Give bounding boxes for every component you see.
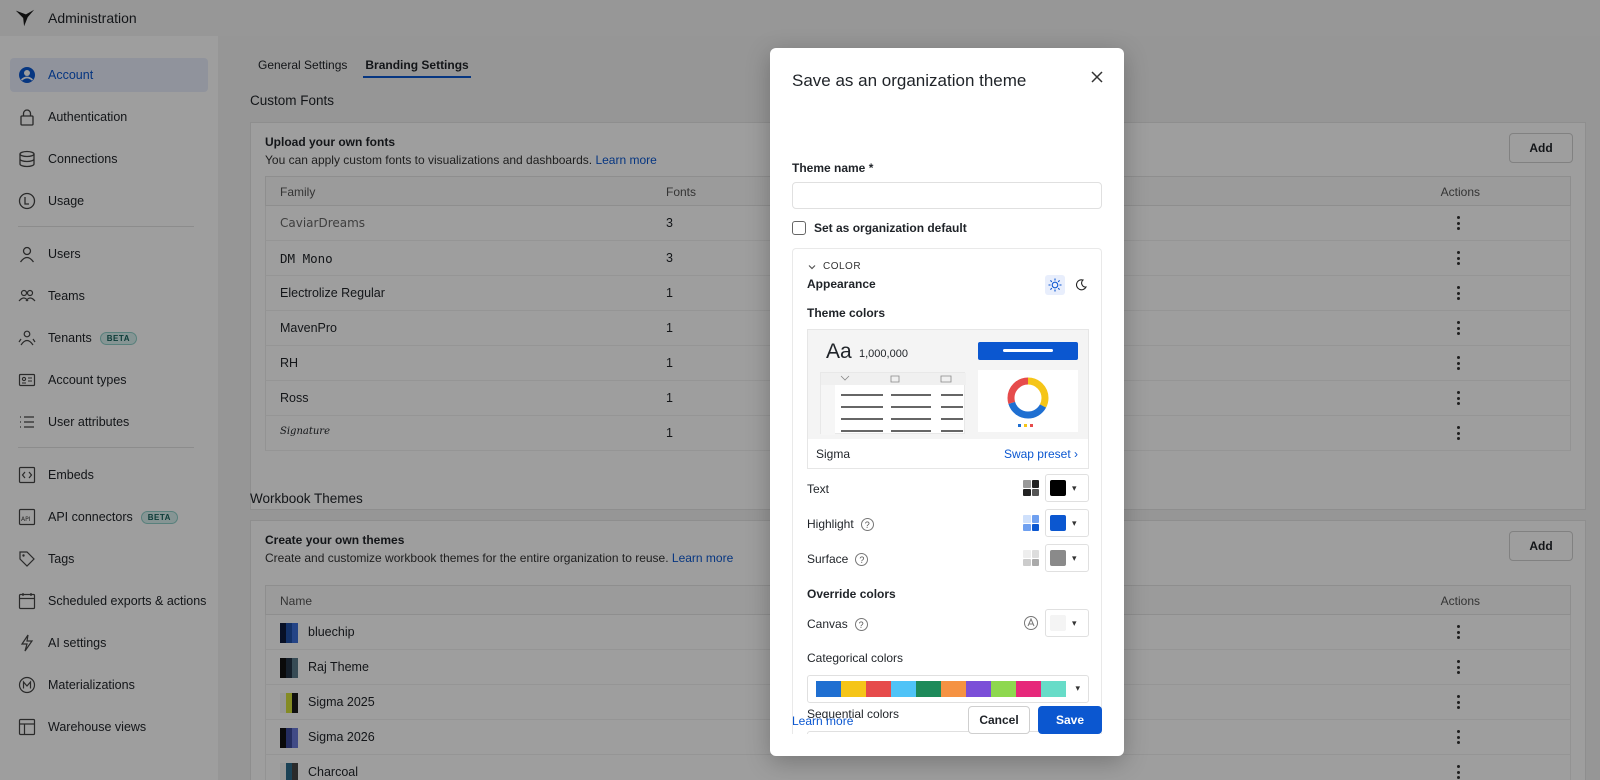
chevron-down-icon: ▾ bbox=[1072, 517, 1077, 528]
preview-donut-chart bbox=[978, 370, 1078, 432]
preview-number: 1,000,000 bbox=[859, 348, 908, 360]
appearance-label: Appearance bbox=[807, 277, 876, 291]
sun-icon bbox=[1048, 278, 1062, 292]
categorical-colors-picker[interactable]: ▾ bbox=[807, 675, 1089, 703]
color-section-toggle[interactable]: COLOR bbox=[807, 261, 861, 272]
canvas-label-text: Canvas bbox=[807, 617, 848, 631]
categorical-swatch bbox=[841, 681, 866, 697]
categorical-swatch bbox=[941, 681, 966, 697]
save-theme-dialog: Save as an organization theme Theme name… bbox=[770, 48, 1124, 756]
org-default-checkbox-row[interactable]: Set as organization default bbox=[792, 221, 967, 235]
preset-row: Sigma Swap preset › bbox=[807, 439, 1089, 469]
chevron-down-icon: ▾ bbox=[1072, 617, 1077, 628]
override-colors-label: Override colors bbox=[807, 587, 896, 601]
cancel-button[interactable]: Cancel bbox=[968, 706, 1030, 734]
close-icon[interactable] bbox=[1090, 70, 1104, 84]
chevron-down-icon bbox=[808, 264, 816, 269]
canvas-color-control: ▾ bbox=[1023, 609, 1089, 637]
chevron-right-icon: › bbox=[1074, 447, 1078, 461]
categorical-swatch bbox=[966, 681, 991, 697]
org-default-label: Set as organization default bbox=[814, 221, 967, 235]
help-icon[interactable]: ? bbox=[860, 518, 874, 532]
categorical-swatch bbox=[816, 681, 841, 697]
canvas-color-picker[interactable]: ▾ bbox=[1045, 609, 1089, 637]
text-color-picker[interactable]: ▾ bbox=[1045, 474, 1089, 502]
categorical-swatch bbox=[891, 681, 916, 697]
preview-typography: Aa bbox=[826, 340, 852, 363]
text-color-label: Text bbox=[807, 482, 830, 496]
categorical-swatch bbox=[866, 681, 891, 697]
help-icon[interactable]: ? bbox=[855, 553, 869, 567]
highlight-color-control: ▾ bbox=[1023, 509, 1089, 537]
light-mode-button[interactable] bbox=[1045, 275, 1065, 295]
chevron-down-icon: ▾ bbox=[1072, 482, 1077, 493]
highlight-variants-icon[interactable] bbox=[1023, 515, 1039, 531]
canvas-color-label: Canvas? bbox=[807, 617, 868, 632]
swap-preset-link[interactable]: Swap preset › bbox=[1004, 447, 1078, 461]
highlight-label-text: Highlight bbox=[807, 517, 854, 531]
canvas-color-swatch bbox=[1050, 615, 1066, 631]
save-button[interactable]: Save bbox=[1038, 706, 1102, 734]
chevron-down-icon: ▾ bbox=[1072, 552, 1077, 563]
dialog-title: Save as an organization theme bbox=[792, 71, 1027, 90]
categorical-swatch bbox=[916, 681, 941, 697]
preview-button bbox=[978, 342, 1078, 360]
donut-chart-graphic bbox=[1007, 377, 1049, 427]
surface-color-control: ▾ bbox=[1023, 544, 1089, 572]
org-default-checkbox[interactable] bbox=[792, 221, 806, 235]
surface-color-picker[interactable]: ▾ bbox=[1045, 544, 1089, 572]
surface-color-swatch bbox=[1050, 550, 1066, 566]
surface-color-label: Surface? bbox=[807, 552, 869, 567]
theme-name-label: Theme name * bbox=[792, 161, 874, 175]
text-color-swatch bbox=[1050, 480, 1066, 496]
text-color-control: ▾ bbox=[1023, 474, 1089, 502]
surface-label-text: Surface bbox=[807, 552, 849, 566]
categorical-swatch bbox=[1016, 681, 1041, 697]
categorical-swatch bbox=[1041, 681, 1066, 697]
preview-table-graphic bbox=[821, 373, 966, 435]
help-icon[interactable]: ? bbox=[854, 618, 868, 632]
theme-colors-label: Theme colors bbox=[807, 306, 886, 320]
appearance-toggle bbox=[1045, 275, 1091, 295]
preset-name: Sigma bbox=[816, 447, 851, 461]
chevron-down-icon: ▾ bbox=[1075, 683, 1080, 693]
swap-preset-label: Swap preset bbox=[1003, 447, 1071, 461]
highlight-color-swatch bbox=[1050, 515, 1066, 531]
preview-table bbox=[820, 372, 966, 435]
surface-variants-icon[interactable] bbox=[1023, 550, 1039, 566]
auto-color-icon[interactable] bbox=[1023, 615, 1039, 631]
dark-mode-button[interactable] bbox=[1071, 275, 1091, 295]
highlight-color-picker[interactable]: ▾ bbox=[1045, 509, 1089, 537]
highlight-color-label: Highlight? bbox=[807, 517, 874, 532]
theme-settings-panel: COLOR Appearance Theme colors Aa 1,000,0… bbox=[792, 248, 1102, 734]
moon-icon bbox=[1076, 279, 1087, 291]
color-section-label: COLOR bbox=[823, 261, 862, 272]
text-variants-icon[interactable] bbox=[1023, 480, 1039, 496]
theme-name-input[interactable] bbox=[792, 182, 1102, 209]
categorical-swatch bbox=[991, 681, 1016, 697]
categorical-colors-label: Categorical colors bbox=[807, 651, 904, 665]
dialog-learn-more-link[interactable]: Learn more bbox=[792, 714, 853, 728]
